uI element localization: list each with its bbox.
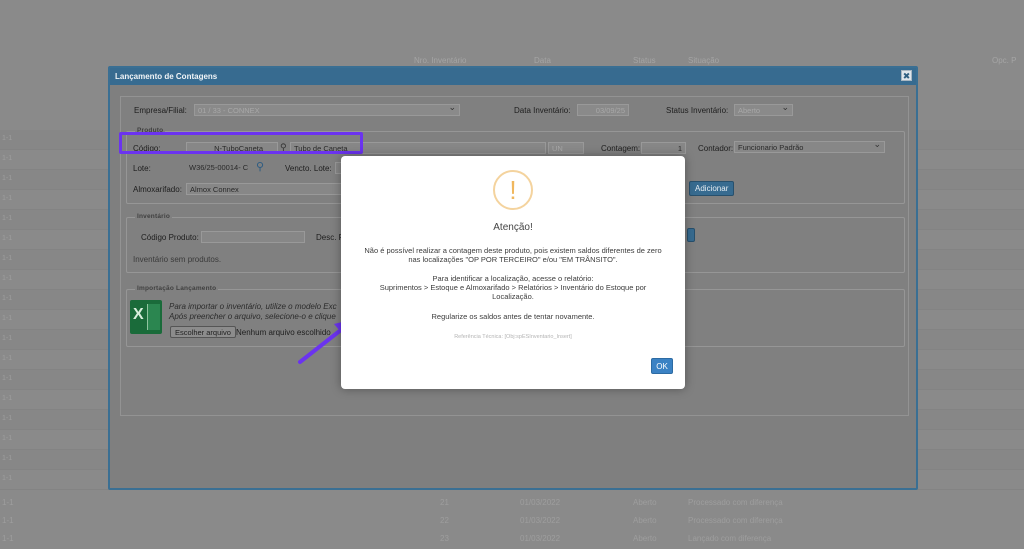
table-row: 1-1 23 01/03/2022 Aberto Lançado com dif…: [2, 534, 772, 543]
table-row: 1-1 21 01/03/2022 Aberto Processado com …: [2, 498, 783, 507]
lote-label: Lote:: [133, 164, 151, 173]
codigo-produto-label: Código Produto:: [141, 233, 199, 242]
data-inventario-label: Data Inventário:: [514, 106, 571, 115]
alert-message-line-6: Regularize os saldos antes de tentar nov…: [431, 312, 595, 321]
lote-field[interactable]: W36/25-00014- C: [186, 162, 253, 174]
bg-header-situacao: Situação: [688, 56, 720, 65]
adicionar-button[interactable]: Adicionar: [689, 181, 735, 196]
alert-title: Atenção!: [493, 222, 533, 233]
empresa-label: Empresa/Filial:: [134, 106, 187, 115]
almoxarifado-label: Almoxarifado:: [133, 185, 182, 194]
bg-header-opc: Opc. P: [992, 56, 1017, 65]
table-row: 1-1 22 01/03/2022 Aberto Processado com …: [2, 516, 783, 525]
contagem-label: Contagem:: [601, 144, 641, 153]
background-bottom-rows: 1-1 21 01/03/2022 Aberto Processado com …: [0, 494, 1024, 548]
ok-button[interactable]: OK: [651, 358, 673, 374]
data-inventario-field[interactable]: 03/09/25: [577, 104, 629, 116]
inventario-legend: Inventário: [135, 213, 173, 220]
alert-message-line-2: nas localizações "OP POR TERCEIRO" e/ou …: [408, 255, 618, 264]
alert-message-line-3: Para identificar a localização, acesse o…: [432, 274, 594, 283]
alert-technical-reference: Referência Técnica: [Obj:spESInventario_…: [454, 334, 572, 340]
bg-header-status: Status: [633, 56, 656, 65]
atencao-alert-dialog: ! Atenção! Não é possível realizar a con…: [341, 156, 685, 389]
choose-file-button[interactable]: Escolher arquivo: [170, 326, 236, 338]
warning-icon: !: [493, 170, 533, 210]
alert-message-line-1: Não é possível realizar a contagem deste…: [364, 246, 662, 255]
codigo-produto-field[interactable]: [201, 231, 305, 243]
alert-message-line-4: Suprimentos > Estoque e Almoxarifado > R…: [379, 283, 647, 292]
importacao-legend: Importação Lançamento: [135, 285, 219, 292]
contador-select[interactable]: Funcionario Padrão: [734, 141, 885, 153]
unidade-field: UN: [548, 142, 584, 154]
contador-label: Contador:: [698, 144, 734, 153]
modal-titlebar: Lançamento de Contagens ✖: [110, 68, 916, 85]
alert-message-line-5: Localização.: [492, 292, 534, 301]
close-icon[interactable]: ✖: [901, 70, 912, 81]
almoxarifado-select[interactable]: Almox Connex: [186, 183, 346, 195]
lote-search-icon[interactable]: ⚲: [256, 160, 264, 173]
inventario-empty-text: Inventário sem produtos.: [133, 255, 222, 264]
filter-button[interactable]: [687, 228, 695, 242]
modal-title: Lançamento de Contagens: [115, 72, 218, 81]
status-inventario-label: Status Inventário:: [666, 106, 729, 115]
codigo-highlight-box: [119, 132, 363, 154]
vencto-lote-label: Vencto. Lote:: [285, 164, 332, 173]
empresa-select[interactable]: 01 / 33 - CONNEX: [194, 104, 460, 116]
desc-produto-label: Desc. P: [316, 233, 345, 242]
bg-header-data: Data: [534, 56, 551, 65]
excel-icon: X: [130, 300, 162, 334]
contagem-field[interactable]: 1: [641, 142, 686, 154]
status-inventario-select[interactable]: Aberto: [734, 104, 793, 116]
bg-header-nro: Nro. Inventário: [414, 56, 467, 65]
